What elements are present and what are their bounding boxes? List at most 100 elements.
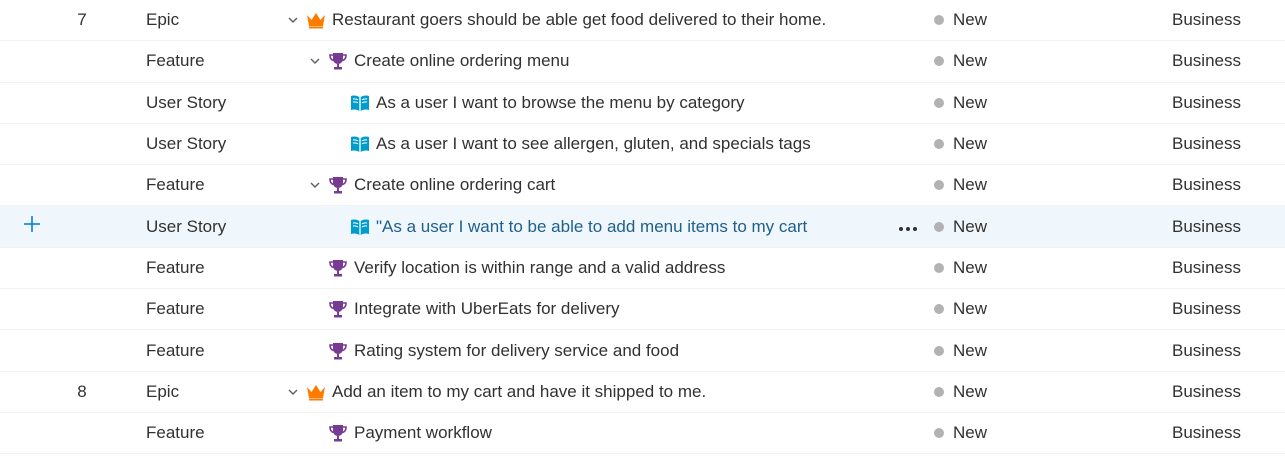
backlog-row[interactable]: User Story As a user I want to browse th… xyxy=(0,83,1285,124)
title-cell: Rating system for delivery service and f… xyxy=(286,330,925,370)
backlog-row[interactable]: Feature Integrate with UberEats for deli… xyxy=(0,289,1285,331)
book-icon xyxy=(350,93,370,113)
work-item-title[interactable]: "As a user I want to be able to add menu… xyxy=(376,217,807,237)
state-cell: New xyxy=(934,330,987,370)
area-path: Business xyxy=(1172,423,1241,443)
work-item-title[interactable]: As a user I want to see allergen, gluten… xyxy=(376,134,811,154)
state-label: New xyxy=(953,257,988,277)
backlog-order xyxy=(60,289,104,329)
work-item-type: Feature xyxy=(146,299,205,319)
backlog-order xyxy=(60,330,104,370)
work-item-type: Epic xyxy=(146,381,180,401)
add-child-button[interactable] xyxy=(18,206,46,246)
backlog-row[interactable]: 8 Epic Add an item to my cart and have i… xyxy=(0,372,1285,413)
chevron-down-icon[interactable] xyxy=(286,13,300,27)
trophy-icon xyxy=(328,341,348,361)
state-cell: New xyxy=(934,289,987,329)
area-path: Business xyxy=(1172,299,1241,319)
work-item-title[interactable]: Restaurant goers should be able get food… xyxy=(332,10,826,30)
title-cell: As a user I want to browse the menu by c… xyxy=(286,83,925,123)
backlog-row[interactable]: Feature Create online ordering cart New … xyxy=(0,165,1285,207)
work-item-type: User Story xyxy=(146,134,227,154)
more-horizontal-icon xyxy=(898,217,918,237)
area-path: Business xyxy=(1172,10,1241,30)
state-label: New xyxy=(953,216,988,236)
title-cell: Create online ordering menu xyxy=(286,41,925,81)
state-indicator xyxy=(934,345,944,356)
trophy-icon xyxy=(328,51,348,71)
work-item-title[interactable]: Integrate with UberEats for delivery xyxy=(354,299,620,319)
state-indicator xyxy=(934,15,944,26)
state-cell: New xyxy=(934,124,987,164)
title-cell: Create online ordering cart xyxy=(286,165,925,205)
backlog-row[interactable]: Feature Rating system for delivery servi… xyxy=(0,330,1285,372)
state-cell: New xyxy=(934,0,987,40)
backlog-order xyxy=(60,124,104,164)
backlog-order: 7 xyxy=(77,10,87,30)
work-item-title[interactable]: Rating system for delivery service and f… xyxy=(354,341,679,361)
area-path: Business xyxy=(1172,257,1241,277)
more-actions-button[interactable] xyxy=(896,206,920,246)
state-cell: New xyxy=(934,248,987,288)
state-cell: New xyxy=(934,372,987,412)
state-indicator xyxy=(934,386,944,397)
backlog-row[interactable]: User Story As a user I want to see aller… xyxy=(0,124,1285,166)
title-cell: Add an item to my cart and have it shipp… xyxy=(286,372,925,412)
work-item-type: User Story xyxy=(146,92,227,112)
trophy-icon xyxy=(328,299,348,319)
state-label: New xyxy=(953,381,988,401)
backlog-row-selected[interactable]: User Story "As a user I want to be able … xyxy=(0,206,1285,248)
crown-icon xyxy=(306,10,326,30)
state-indicator xyxy=(934,221,944,232)
backlog-order xyxy=(60,413,104,453)
area-path: Business xyxy=(1172,175,1241,195)
state-indicator xyxy=(934,262,944,273)
work-item-type: User Story xyxy=(146,216,227,236)
chevron-down-icon[interactable] xyxy=(308,178,322,192)
trophy-icon xyxy=(328,258,348,278)
plus-icon xyxy=(22,214,42,239)
work-item-type: Feature xyxy=(146,423,205,443)
chevron-down-icon[interactable] xyxy=(286,385,300,399)
state-label: New xyxy=(953,299,988,319)
state-label: New xyxy=(953,423,988,443)
state-label: New xyxy=(953,134,988,154)
state-label: New xyxy=(953,340,988,360)
state-indicator xyxy=(934,304,944,315)
backlog-order xyxy=(60,41,104,81)
area-path: Business xyxy=(1172,134,1241,154)
state-cell: New xyxy=(934,83,987,123)
backlog-order xyxy=(60,165,104,205)
area-path: Business xyxy=(1172,51,1241,71)
state-cell: New xyxy=(934,206,987,246)
trophy-icon xyxy=(328,423,348,443)
backlog-grid: 7 Epic Restaurant goers should be able g… xyxy=(0,0,1285,455)
trophy-icon xyxy=(328,175,348,195)
state-indicator xyxy=(934,428,944,439)
title-cell: "As a user I want to be able to add menu… xyxy=(286,206,925,246)
backlog-row[interactable]: 7 Epic Restaurant goers should be able g… xyxy=(0,0,1285,42)
title-cell: As a user I want to see allergen, gluten… xyxy=(286,124,925,164)
state-indicator xyxy=(934,139,944,150)
backlog-row[interactable]: Feature Verify location is within range … xyxy=(0,248,1285,290)
title-cell: Integrate with UberEats for delivery xyxy=(286,289,925,329)
title-cell: Payment workflow xyxy=(286,413,925,453)
work-item-type: Feature xyxy=(146,257,205,277)
work-item-title[interactable]: Add an item to my cart and have it shipp… xyxy=(332,382,706,402)
state-label: New xyxy=(953,51,988,71)
chevron-down-icon[interactable] xyxy=(308,54,322,68)
work-item-title[interactable]: Payment workflow xyxy=(354,423,492,443)
state-indicator xyxy=(934,97,944,108)
backlog-row[interactable]: Feature Create online ordering menu New … xyxy=(0,41,1285,83)
work-item-title[interactable]: As a user I want to browse the menu by c… xyxy=(376,93,745,113)
work-item-title[interactable]: Create online ordering menu xyxy=(354,51,569,71)
state-label: New xyxy=(953,92,988,112)
backlog-row[interactable]: Feature Payment workflow New Business xyxy=(0,413,1285,455)
work-item-title[interactable]: Verify location is within range and a va… xyxy=(354,258,725,278)
work-item-type: Feature xyxy=(146,175,205,195)
book-icon xyxy=(350,217,370,237)
backlog-order xyxy=(60,248,104,288)
state-cell: New xyxy=(934,413,987,453)
crown-icon xyxy=(306,382,326,402)
work-item-title[interactable]: Create online ordering cart xyxy=(354,175,555,195)
